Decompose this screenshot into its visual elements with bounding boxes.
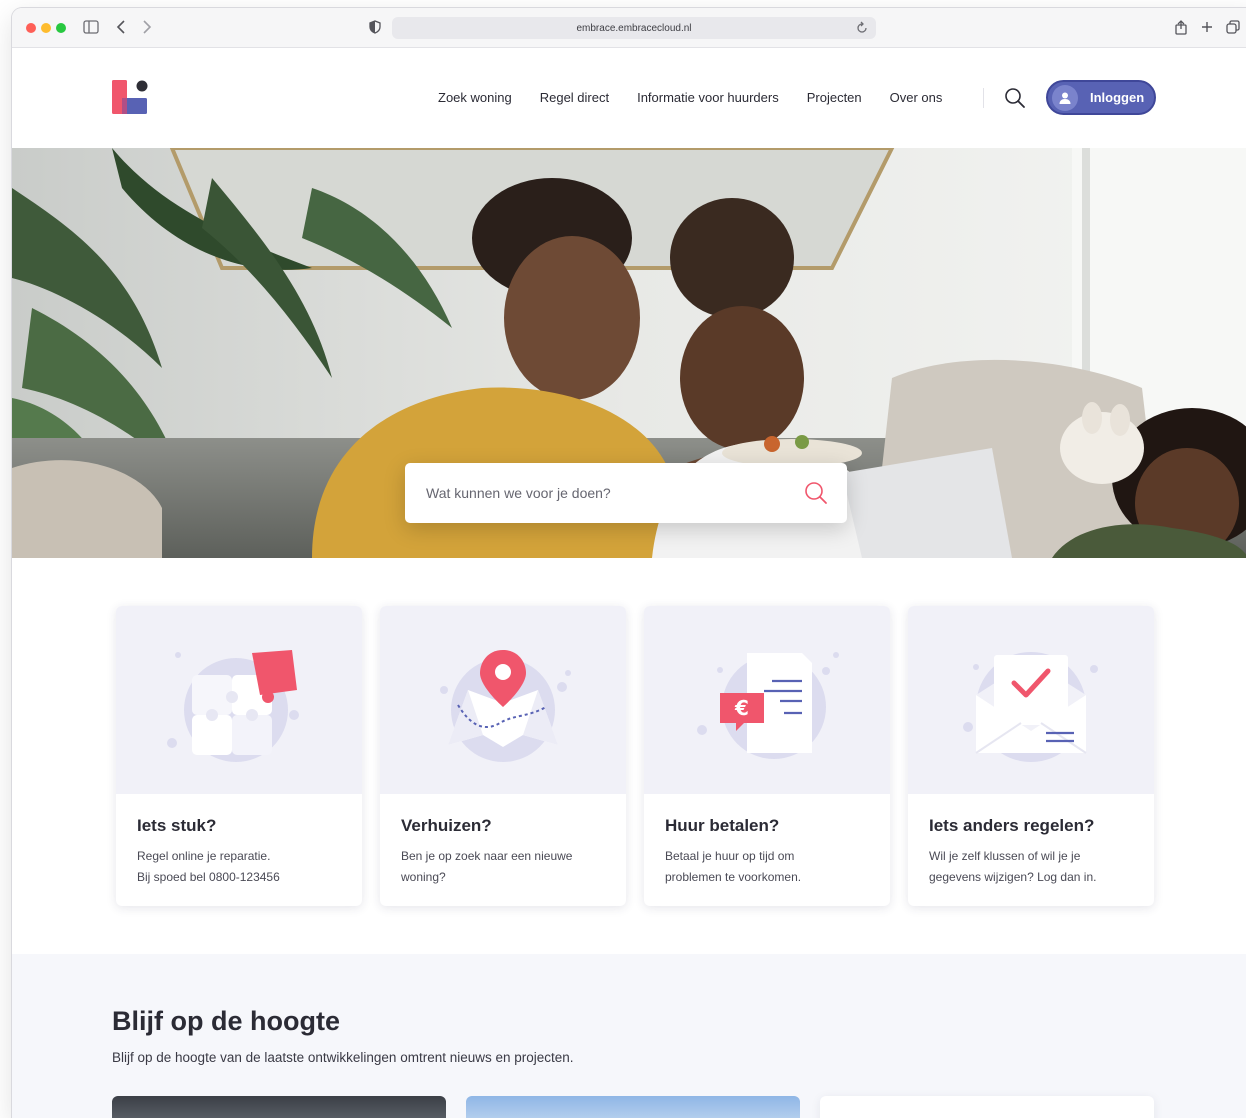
nav-item-regel-direct[interactable]: Regel direct — [540, 90, 609, 105]
card-text-line: Bij spoed bel 0800-123456 — [137, 870, 280, 884]
address-bar[interactable]: embrace.embracecloud.nl — [392, 17, 876, 39]
news-card-1[interactable] — [112, 1096, 446, 1118]
minimize-window-button[interactable] — [41, 23, 51, 33]
card-iets-anders-regelen[interactable]: Iets anders regelen? Wil je zelf klussen… — [908, 606, 1154, 906]
close-window-button[interactable] — [26, 23, 36, 33]
hero-banner — [12, 148, 1246, 558]
card-verhuizen[interactable]: Verhuizen? Ben je op zoek naar een nieuw… — [380, 606, 626, 906]
nav-divider — [983, 88, 984, 108]
envelope-check-icon — [963, 652, 1098, 762]
login-button[interactable]: Inloggen — [1046, 80, 1156, 115]
card-title: Iets anders regelen? — [929, 816, 1095, 835]
reload-icon[interactable] — [854, 20, 870, 36]
nav-item-informatie-voor-huurders[interactable]: Informatie voor huurders — [637, 90, 779, 105]
site-logo[interactable] — [112, 80, 150, 118]
card-text-line: problemen te voorkomen. — [665, 870, 802, 884]
login-label: Inloggen — [1090, 90, 1145, 105]
map-pin-icon — [440, 650, 571, 762]
card-description: Regel online je reparatie. Bij spoed bel… — [137, 846, 347, 888]
news-section: Blijf op de hoogte Blijf op de hoogte va… — [12, 954, 1246, 1118]
card-text-line: woning? — [401, 870, 446, 884]
hero-search-box — [405, 463, 847, 523]
url-text: embrace.embracecloud.nl — [576, 22, 692, 34]
nav-item-projecten[interactable]: Projecten — [807, 90, 862, 105]
card-text-line: gegevens wijzigen? Log dan in. — [929, 870, 1097, 884]
card-description: Ben je op zoek naar een nieuwe woning? — [401, 846, 611, 888]
logo-mark — [112, 80, 148, 114]
back-icon[interactable] — [112, 18, 130, 36]
nav-item-over-ons[interactable]: Over ons — [890, 90, 943, 105]
maximize-window-button[interactable] — [56, 23, 66, 33]
new-tab-icon[interactable] — [1198, 18, 1216, 36]
card-illustration — [908, 606, 1154, 794]
section-subtitle: Blijf op de hoogte van de laatste ontwik… — [112, 1050, 574, 1065]
site-header: Zoek woning Regel direct Informatie voor… — [12, 48, 1246, 148]
card-title: Huur betalen? — [665, 816, 780, 835]
news-card-2[interactable] — [466, 1096, 800, 1118]
card-iets-stuk[interactable]: Iets stuk? Regel online je reparatie. Bi… — [116, 606, 362, 906]
card-description: Wil je zelf klussen of wil je je gegeven… — [929, 846, 1139, 888]
user-icon — [1052, 84, 1078, 111]
card-text-line: Wil je zelf klussen of wil je je — [929, 849, 1081, 863]
tab-overview-icon[interactable] — [1224, 18, 1242, 36]
nav-item-zoek-woning[interactable]: Zoek woning — [438, 90, 512, 105]
section-title: Blijf op de hoogte — [112, 1006, 340, 1036]
card-huur-betalen[interactable]: € Huur betalen? Betaal je huur op tijd o… — [644, 606, 890, 906]
card-title: Iets stuk? — [137, 816, 217, 835]
invoice-euro-icon: € — [697, 652, 839, 759]
card-description: Betaal je huur op tijd om problemen te v… — [665, 846, 875, 888]
browser-window: embrace.embracecloud.nl Zoek woning Rege… — [12, 8, 1246, 1118]
search-icon[interactable] — [1003, 86, 1027, 110]
hero-search-input[interactable] — [405, 485, 803, 501]
card-text-line: Regel online je reparatie. — [137, 849, 271, 863]
svg-text:€: € — [734, 696, 749, 720]
share-icon[interactable] — [1172, 18, 1190, 36]
search-submit-icon[interactable] — [803, 480, 829, 506]
sidebar-toggle-icon[interactable] — [82, 18, 100, 36]
main-nav: Zoek woning Regel direct Informatie voor… — [438, 90, 942, 105]
quick-actions-section: Iets stuk? Regel online je reparatie. Bi… — [12, 558, 1246, 956]
browser-toolbar: embrace.embracecloud.nl — [12, 8, 1246, 48]
card-illustration — [116, 606, 362, 794]
card-title: Verhuizen? — [401, 816, 492, 835]
card-text-line: Betaal je huur op tijd om — [665, 849, 795, 863]
forward-icon[interactable] — [138, 18, 156, 36]
privacy-shield-icon[interactable] — [366, 18, 384, 36]
card-illustration — [380, 606, 626, 794]
news-card-3[interactable] — [820, 1096, 1154, 1118]
card-illustration: € — [644, 606, 890, 794]
card-text-line: Ben je op zoek naar een nieuwe — [401, 849, 573, 863]
puzzle-icon — [167, 650, 299, 762]
